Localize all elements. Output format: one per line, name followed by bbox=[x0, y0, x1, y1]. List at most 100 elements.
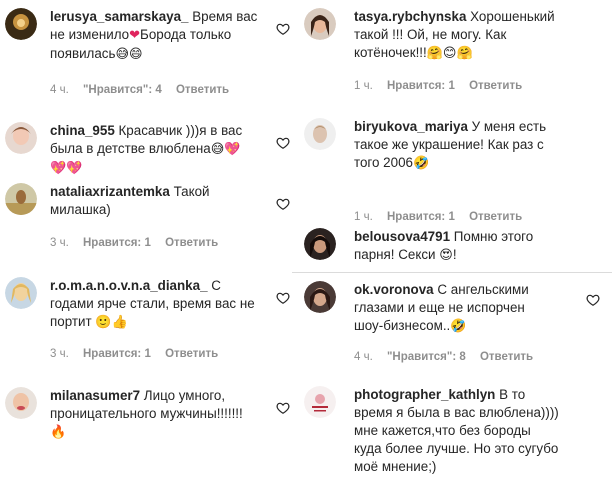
comment-text: годами ярче стали, время вас не bbox=[50, 296, 255, 311]
comment-body: nataliaxrizantemka Такой милашка) bbox=[50, 183, 272, 219]
likes-count[interactable]: "Нравится": 4 bbox=[83, 84, 162, 96]
likes-count[interactable]: Нравится: 1 bbox=[83, 348, 151, 360]
rofl-emoji-icon: 🤣 bbox=[412, 156, 430, 171]
reply-button[interactable]: Ответить bbox=[165, 237, 218, 249]
avatar[interactable] bbox=[304, 386, 336, 418]
avatar[interactable] bbox=[304, 8, 336, 40]
comment-body: tasya.rybchynska Хорошенький такой !!! О… bbox=[354, 8, 602, 63]
rofl-emoji-icon: 🤣 bbox=[450, 319, 467, 334]
likes-count[interactable]: Нравится: 1 bbox=[387, 211, 455, 223]
comment-time: 4 ч. bbox=[50, 84, 69, 96]
comment-text: В то bbox=[499, 387, 526, 402]
comment-time: 3 ч. bbox=[50, 348, 69, 360]
comment-body: r.o.m.a.n.o.v.n.a_dianka_ С годами ярче … bbox=[50, 277, 272, 332]
comment-time: 4 ч. bbox=[354, 351, 373, 363]
comment-username[interactable]: china_955 bbox=[50, 123, 115, 138]
comment-username[interactable]: biryukova_mariya bbox=[354, 119, 468, 134]
comment-text: парня! Секси bbox=[354, 247, 436, 262]
comment-text: Такой bbox=[173, 184, 210, 199]
comment-body: ok.voronova С ангельскими глазами и еще … bbox=[354, 281, 602, 336]
comment-body: biryukova_mariya У меня есть такое же ук… bbox=[354, 118, 602, 173]
comment-body: milanasumer7 Лицо умного, проницательног… bbox=[50, 387, 272, 442]
comment-text: У меня есть bbox=[471, 119, 547, 134]
reply-button[interactable]: Ответить bbox=[176, 84, 229, 96]
comment-time: 3 ч. bbox=[50, 237, 69, 249]
comment-username[interactable]: photographer_kathlyn bbox=[354, 387, 495, 402]
comment-text: шоу-бизнесом.. bbox=[354, 318, 451, 333]
fire-emoji-icon: 🔥 bbox=[50, 425, 67, 440]
comment-username[interactable]: milanasumer7 bbox=[50, 388, 140, 403]
reply-button[interactable]: Ответить bbox=[165, 348, 218, 360]
comment-text: котёночек!!! bbox=[354, 45, 427, 60]
comment-text: глазами и еще не испорчен bbox=[354, 300, 525, 315]
comment-username[interactable]: r.o.m.a.n.o.v.n.a_dianka_ bbox=[50, 278, 208, 293]
comment-text: Лицо умного, bbox=[143, 388, 226, 403]
heart-emoji-icon: ❤ bbox=[129, 28, 141, 43]
likes-count[interactable]: Нравится: 1 bbox=[387, 80, 455, 92]
comments-grid: lerusya_samarskaya_ Время вас не изменил… bbox=[0, 0, 612, 487]
avatar[interactable] bbox=[5, 387, 37, 419]
like-heart-icon[interactable] bbox=[276, 401, 290, 415]
avatar[interactable] bbox=[304, 281, 336, 313]
blushing-emoji-icon: 🤗😊🤗 bbox=[426, 46, 473, 61]
comment-text: такой !!! Ой, не могу. Как bbox=[354, 27, 507, 42]
like-heart-icon[interactable] bbox=[586, 293, 600, 307]
like-heart-icon[interactable] bbox=[276, 22, 290, 36]
comment-text: того 2006 bbox=[354, 155, 413, 170]
comment-text: милашка) bbox=[50, 202, 111, 217]
avatar[interactable] bbox=[5, 8, 37, 40]
comment-username[interactable]: lerusya_samarskaya_ bbox=[50, 9, 189, 24]
comment-meta: 4 ч. "Нравится": 4 Ответить bbox=[50, 84, 240, 96]
comment-meta: 1 ч. Нравится: 1 Ответить bbox=[354, 211, 533, 223]
comment-text: такое же украшение! Как раз с bbox=[354, 137, 544, 152]
sparkling-heart-emoji-icon: 💖💖 bbox=[50, 161, 83, 176]
avatar[interactable] bbox=[304, 228, 336, 260]
comment-text: время я была в вас влюблена)))) bbox=[354, 405, 559, 420]
comment-text: куда более лучше. Но это сугубо bbox=[354, 441, 559, 456]
laughing-emoji-icon: 😅😄 bbox=[115, 47, 143, 62]
reply-button[interactable]: Ответить bbox=[469, 80, 522, 92]
avatar[interactable] bbox=[304, 118, 336, 150]
comment-body: belousova4791 Помню этого парня! Секси 😍… bbox=[354, 228, 602, 265]
smiling-emoji-icon: 🙂👍 bbox=[95, 315, 128, 330]
laughing-emoji-icon: 😅 bbox=[210, 142, 225, 157]
comment-text: ! bbox=[452, 247, 457, 262]
comment-username[interactable]: tasya.rybchynska bbox=[354, 9, 466, 24]
comment-text: Красавчик )))я в вас bbox=[118, 123, 243, 138]
like-heart-icon[interactable] bbox=[276, 197, 290, 211]
like-heart-icon[interactable] bbox=[276, 291, 290, 305]
comment-body: lerusya_samarskaya_ Время вас не изменил… bbox=[50, 8, 272, 64]
heart-eyes-emoji-icon: 😍 bbox=[439, 248, 453, 263]
avatar[interactable] bbox=[5, 122, 37, 154]
comment-username[interactable]: nataliaxrizantemka bbox=[50, 184, 170, 199]
comment-body: photographer_kathlyn В то время я была в… bbox=[354, 386, 602, 476]
sparkling-heart-emoji-icon: 💖 bbox=[224, 142, 241, 157]
comment-meta: 3 ч. Нравится: 1 Ответить bbox=[50, 237, 229, 249]
comment-text: портит bbox=[50, 314, 92, 329]
comment-text: С ангельскими bbox=[437, 282, 529, 297]
comment-text: не изменило bbox=[50, 27, 130, 42]
comment-text: Хорошенький bbox=[470, 9, 555, 24]
comment-text: проницательного мужчины!!!!!!! bbox=[50, 406, 243, 421]
comment-text: Помню этого bbox=[453, 229, 534, 244]
like-heart-icon[interactable] bbox=[276, 136, 290, 150]
avatar[interactable] bbox=[5, 277, 37, 309]
comment-text: была в детстве влюблена bbox=[50, 141, 211, 156]
comments-column-right: tasya.rybchynska Хорошенький такой !!! О… bbox=[292, 0, 612, 487]
avatar[interactable] bbox=[5, 183, 37, 215]
comment-text: появилась bbox=[50, 46, 116, 61]
comment-body: china_955 Красавчик )))я в вас была в де… bbox=[50, 122, 272, 178]
comment-meta: 4 ч. "Нравится": 8 Ответить bbox=[354, 351, 544, 363]
likes-count[interactable]: "Нравится": 8 bbox=[387, 351, 466, 363]
likes-count[interactable]: Нравится: 1 bbox=[83, 237, 151, 249]
divider bbox=[292, 272, 612, 273]
comment-time: 1 ч. bbox=[354, 80, 373, 92]
comment-text: С bbox=[211, 278, 221, 293]
reply-button[interactable]: Ответить bbox=[480, 351, 533, 363]
comments-column-left: lerusya_samarskaya_ Время вас не изменил… bbox=[0, 0, 298, 487]
comment-username[interactable]: ok.voronova bbox=[354, 282, 434, 297]
reply-button[interactable]: Ответить bbox=[469, 211, 522, 223]
comment-text: моё мнение;) bbox=[354, 459, 437, 474]
comment-username[interactable]: belousova4791 bbox=[354, 229, 450, 244]
comment-meta: 1 ч. Нравится: 1 Ответить bbox=[354, 80, 533, 92]
